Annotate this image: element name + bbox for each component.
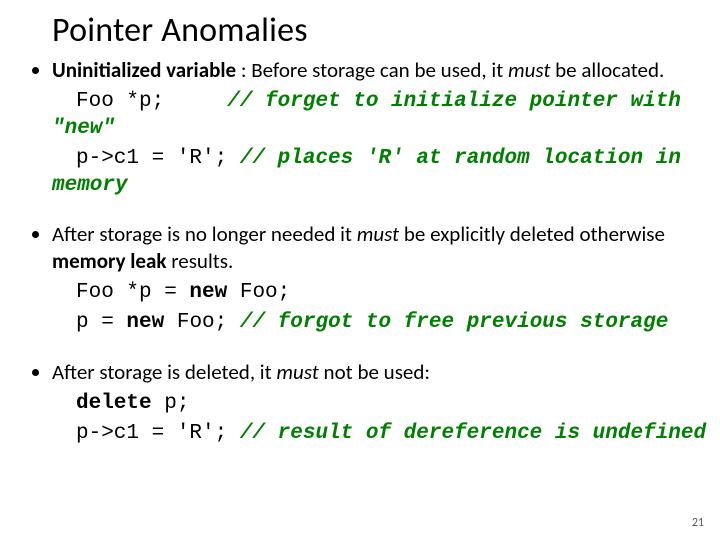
code: Foo; — [164, 311, 240, 334]
code-line: delete p; — [76, 388, 692, 418]
comment-continue: memory — [52, 173, 692, 200]
must-word: must — [357, 221, 399, 247]
leak-word: memory leak — [52, 248, 166, 274]
code: p->c1 = 'R'; — [76, 147, 227, 170]
code-comment: // forgot to free previous storage — [240, 311, 668, 334]
code-comment: // result of dereference is undefined — [240, 422, 706, 445]
code-comment: // places 'R' at random location in — [240, 147, 681, 170]
lead-text: : Before storage can be used, it — [236, 57, 508, 83]
bullet-use-after-free: After storage is deleted, it must not be… — [52, 359, 692, 448]
code-block-1: Foo *p; // forget to initialize pointer … — [76, 86, 692, 200]
keyword-delete: delete — [76, 392, 152, 415]
bullet-uninitialized: Uninitialized variable : Before storage … — [52, 57, 692, 199]
code-block-3: delete p; p->c1 = 'R'; // result of dere… — [76, 388, 692, 448]
code-block-2: Foo *p = new Foo; p = new Foo; // forgot… — [76, 277, 692, 337]
code: Foo; — [227, 281, 290, 304]
code: p->c1 = 'R'; — [76, 422, 240, 445]
bullet-list: Uninitialized variable : Before storage … — [28, 57, 692, 448]
code: p; — [152, 392, 190, 415]
keyword-new: new — [126, 311, 164, 334]
page-number: 21 — [692, 516, 704, 530]
code-line: p->c1 = 'R'; // places 'R' at random loc… — [76, 143, 692, 173]
code-line: p = new Foo; // forgot to free previous … — [76, 307, 692, 337]
bullet-memory-leak: After storage is no longer needed it mus… — [52, 221, 692, 337]
must-word: must — [508, 57, 550, 83]
code: Foo *p; — [76, 90, 164, 113]
code: p = — [76, 311, 126, 334]
lead-text: be explicitly deleted otherwise — [399, 221, 665, 247]
lead-text: After storage is no longer needed it — [52, 221, 357, 247]
page-title: Pointer Anomalies — [52, 10, 692, 51]
spacer — [164, 90, 227, 113]
slide: Pointer Anomalies Uninitialized variable… — [0, 0, 720, 540]
keyword-new: new — [189, 281, 227, 304]
lead-tail: be allocated. — [550, 57, 664, 83]
code-line: Foo *p = new Foo; — [76, 277, 692, 307]
code: Foo *p = — [76, 281, 189, 304]
comment-continue: "new" — [52, 116, 692, 143]
lead-text: results. — [166, 248, 233, 274]
spacer — [227, 147, 240, 170]
lead-bold: Uninitialized variable — [52, 57, 236, 83]
must-word: must — [276, 359, 318, 385]
code-line: p->c1 = 'R'; // result of dereference is… — [76, 418, 692, 448]
code-comment: // forget to initialize pointer with — [227, 90, 681, 113]
lead-text: After storage is deleted, it — [52, 359, 276, 385]
lead-text: not be used: — [319, 359, 430, 385]
code-line: Foo *p; // forget to initialize pointer … — [76, 86, 692, 116]
